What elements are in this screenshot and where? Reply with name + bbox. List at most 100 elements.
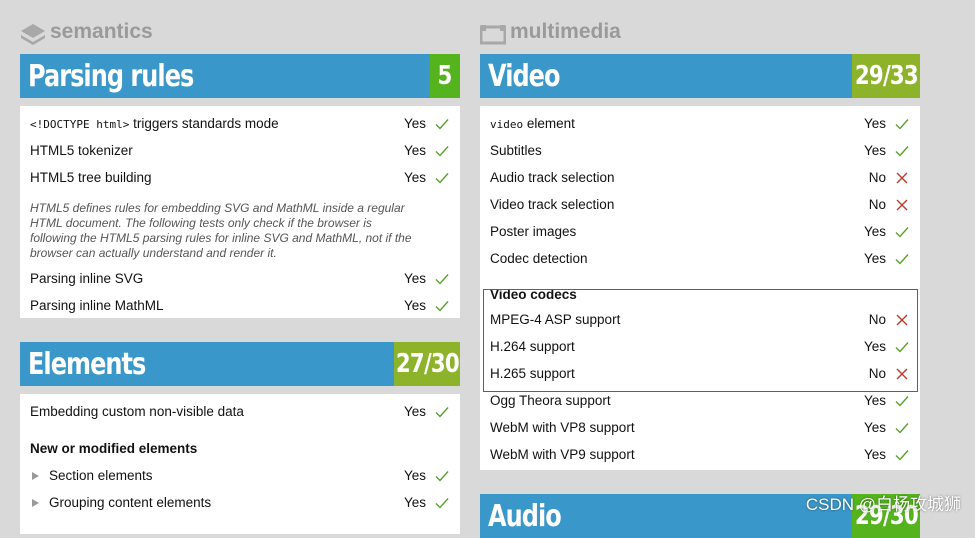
check-icon <box>895 226 909 238</box>
test-row[interactable]: Parsing inline SVG Yes <box>30 265 450 292</box>
check-icon <box>895 395 909 407</box>
test-row[interactable]: WebM with VP8 support Yes <box>490 414 910 441</box>
test-result: Yes <box>403 404 426 419</box>
test-label-text: triggers standards mode <box>129 116 279 131</box>
test-row[interactable]: H.265 support No <box>490 360 910 387</box>
test-result: Yes <box>403 271 426 286</box>
category-label: semantics <box>50 20 153 43</box>
test-label: video element <box>490 116 846 131</box>
test-label-text: H.264 support <box>490 339 575 354</box>
test-result: No <box>868 366 886 381</box>
test-row[interactable]: <!DOCTYPE html> triggers standards mode Y… <box>30 110 450 137</box>
test-result: Yes <box>403 298 426 313</box>
category-label: multimedia <box>510 20 621 43</box>
section-score: 5 <box>430 54 460 98</box>
test-result: Yes <box>863 393 886 408</box>
test-label: Ogg Theora support <box>490 393 846 408</box>
check-icon <box>895 118 909 130</box>
code-snippet: video <box>490 118 524 131</box>
test-label-text: HTML5 tokenizer <box>30 143 133 158</box>
test-label: WebM with VP9 support <box>490 447 846 462</box>
test-row[interactable]: HTML5 tree building Yes <box>30 164 450 191</box>
test-result: Yes <box>863 339 886 354</box>
test-row[interactable]: Codec detection Yes <box>490 245 910 272</box>
test-result: Yes <box>863 251 886 266</box>
test-label: H.265 support <box>490 366 846 381</box>
semantics-category: semantics <box>20 0 460 54</box>
test-row[interactable]: Parsing inline MathML Yes <box>30 292 450 319</box>
test-label-text: Grouping content elements <box>49 495 212 510</box>
test-row[interactable]: Subtitles Yes <box>490 137 910 164</box>
test-result: No <box>868 170 886 185</box>
left-column: semantics Parsing rules 5 <!DOCTYPE html… <box>20 0 460 534</box>
section-score: 29/33 <box>852 54 920 98</box>
test-result: Yes <box>403 495 426 510</box>
test-label: H.264 support <box>490 339 846 354</box>
expand-triangle-icon[interactable] <box>32 499 39 507</box>
test-label-text: Embedding custom non-visible data <box>30 404 244 419</box>
check-icon <box>895 145 909 157</box>
test-label-text: HTML5 tree building <box>30 170 152 185</box>
section-title: Elements <box>28 346 146 382</box>
test-label-text: Poster images <box>490 224 577 239</box>
check-icon <box>895 449 909 461</box>
test-result: Yes <box>863 420 886 435</box>
code-snippet: <!DOCTYPE html> <box>30 118 130 131</box>
multimedia-category: multimedia <box>480 0 920 54</box>
test-label-text: Parsing inline SVG <box>30 271 144 286</box>
test-result: Yes <box>403 143 426 158</box>
parsing-rules-header[interactable]: Parsing rules 5 <box>20 54 460 98</box>
check-icon <box>435 300 449 312</box>
test-label: <!DOCTYPE html> triggers standards mode <box>30 116 386 131</box>
test-row[interactable]: Ogg Theora support Yes <box>490 387 910 414</box>
test-label-text: Subtitles <box>490 143 542 158</box>
test-label-text: Codec detection <box>490 251 588 266</box>
check-icon <box>435 145 449 157</box>
section-title: Parsing rules <box>28 58 194 94</box>
test-row[interactable]: Grouping content elements Yes <box>30 489 450 516</box>
test-label-text: MPEG-4 ASP support <box>490 312 621 327</box>
test-row[interactable]: Section elements Yes <box>30 462 450 489</box>
test-result: Yes <box>403 468 426 483</box>
check-icon <box>895 341 909 353</box>
test-label: Section elements <box>30 468 386 483</box>
test-label-text: Audio track selection <box>490 170 615 185</box>
test-label: Parsing inline SVG <box>30 271 386 286</box>
test-label: WebM with VP8 support <box>490 420 846 435</box>
film-icon <box>480 25 506 45</box>
test-row[interactable]: Poster images Yes <box>490 218 910 245</box>
layers-icon <box>21 24 45 45</box>
test-row[interactable]: Video track selection No <box>490 191 910 218</box>
parsing-rules-card: <!DOCTYPE html> triggers standards mode Y… <box>20 106 460 318</box>
video-card: video element Yes Subtitles Yes Audio track … <box>480 106 920 470</box>
test-label: Parsing inline MathML <box>30 298 386 313</box>
cross-icon <box>896 368 908 379</box>
test-label-text: Parsing inline MathML <box>30 298 164 313</box>
test-row[interactable]: HTML5 tokenizer Yes <box>30 137 450 164</box>
test-row[interactable]: Audio track selection No <box>490 164 910 191</box>
cross-icon <box>896 199 908 210</box>
test-result: No <box>868 197 886 212</box>
test-label: Audio track selection <box>490 170 846 185</box>
section-title: Video <box>488 58 560 94</box>
elements-card: Embedding custom non-visible data Yes New… <box>20 394 460 534</box>
test-label: Poster images <box>490 224 846 239</box>
right-column: multimedia Video 29/33 video element Yes S… <box>480 0 920 538</box>
test-row[interactable]: WebM with VP9 support Yes <box>490 441 910 468</box>
test-label-text: Ogg Theora support <box>490 393 611 408</box>
video-header[interactable]: Video 29/33 <box>480 54 920 98</box>
test-result: Yes <box>863 447 886 462</box>
test-label-text: element <box>523 116 575 131</box>
test-row[interactable]: Embedding custom non-visible data Yes <box>30 398 450 425</box>
test-label: Subtitles <box>490 143 846 158</box>
elements-header[interactable]: Elements 27/30 <box>20 342 460 386</box>
check-icon <box>435 406 449 418</box>
test-row[interactable]: video element Yes <box>490 110 910 137</box>
test-label: HTML5 tokenizer <box>30 143 386 158</box>
check-icon <box>435 172 449 184</box>
test-row[interactable]: H.264 support Yes <box>490 333 910 360</box>
test-result: Yes <box>403 170 426 185</box>
test-row[interactable]: MPEG-4 ASP support No <box>490 306 910 333</box>
test-result: Yes <box>403 116 426 131</box>
expand-triangle-icon[interactable] <box>32 472 39 480</box>
